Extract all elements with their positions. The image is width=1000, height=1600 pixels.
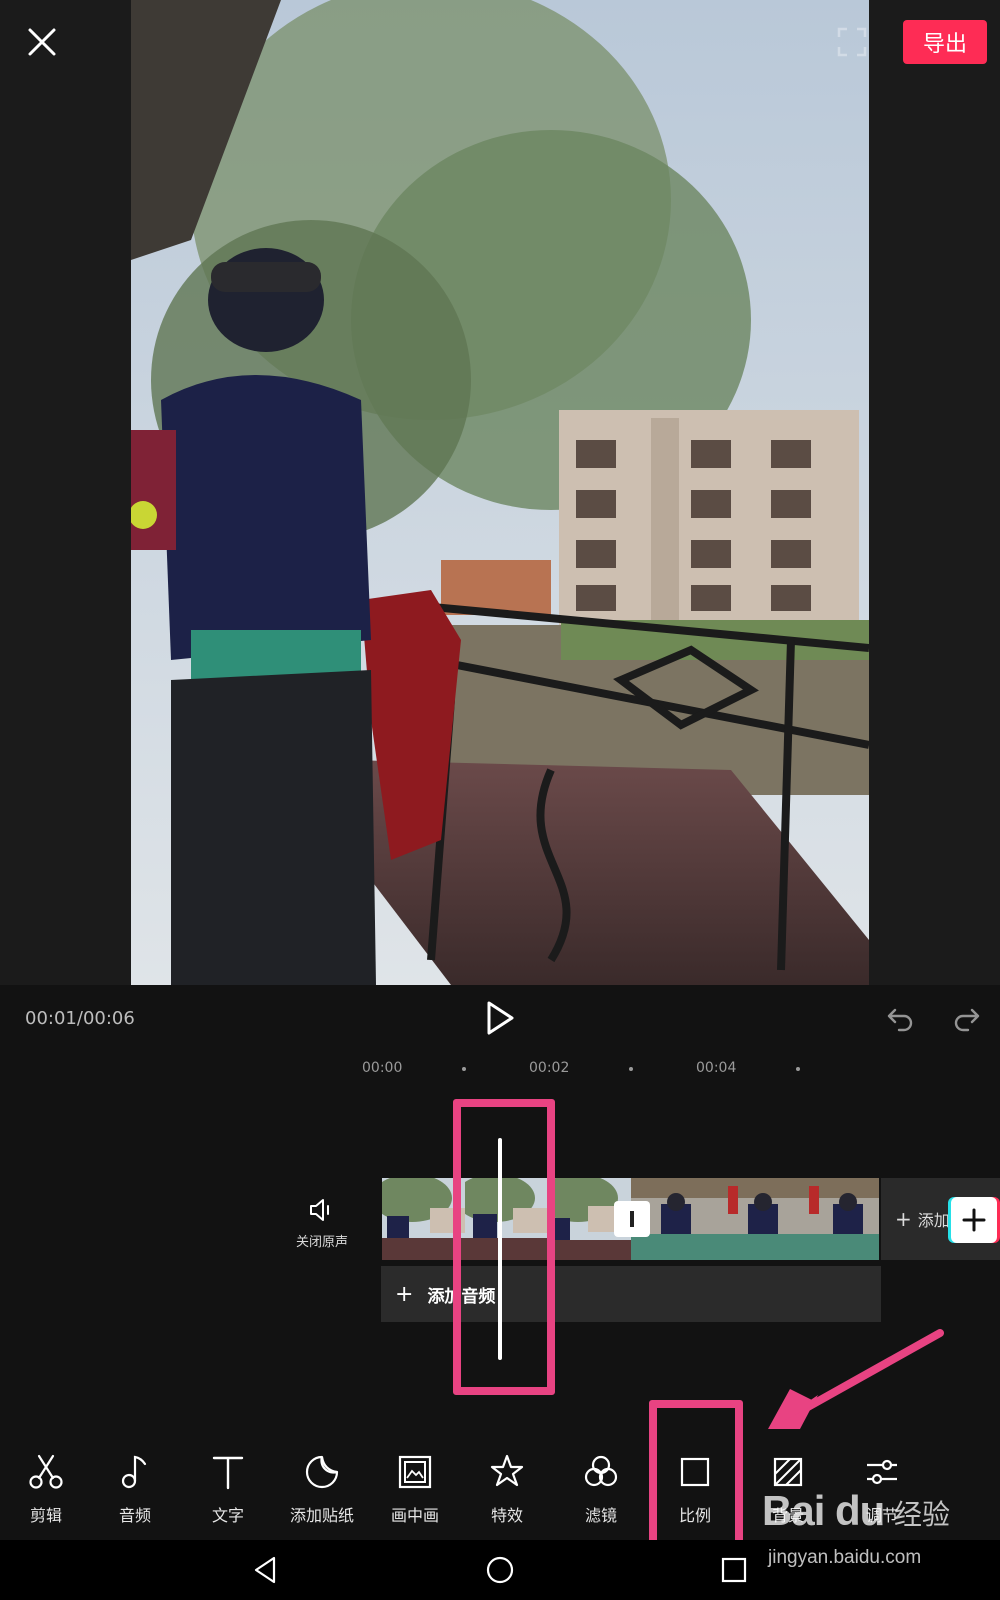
toolbar-item-label: 音频 [118,1506,151,1525]
picture-in-picture-icon [398,1455,432,1489]
toolbar-item-picture-in-picture[interactable]: 画中画 [369,1430,461,1530]
mute-original-audio-button[interactable]: 关闭原声 [290,1195,354,1255]
scissors-icon [29,1454,63,1489]
watermark-tag: 经验 [894,1498,951,1531]
toolbar-item-sticker[interactable]: 添加贴纸 [276,1430,368,1530]
redo-icon[interactable] [952,1003,982,1033]
sticker-icon [305,1455,339,1489]
toolbar-item-label: 比例 [678,1506,711,1525]
toolbar-item-text[interactable]: 文字 [182,1430,274,1530]
video-frame[interactable] [131,0,869,985]
toolbar-item-label: 滤镜 [584,1506,617,1525]
ruler-dot [796,1067,800,1071]
export-button[interactable]: 导出 [903,20,987,64]
undo-icon[interactable] [885,1003,915,1033]
toolbar-item-filter[interactable]: 滤镜 [555,1430,647,1530]
toolbar-item-label: 特效 [490,1506,523,1525]
speaker-icon [310,1199,329,1221]
music-note-icon [121,1455,147,1489]
toolbar-item-label: 文字 [211,1506,244,1525]
toolbar-item-audio[interactable]: 音频 [89,1430,181,1530]
toolbar-item-label: 画中画 [390,1506,439,1525]
mute-original-audio-label: 关闭原声 [295,1235,348,1250]
toolbar-item-effects[interactable]: 特效 [461,1430,553,1530]
highlight-box-playhead [453,1099,555,1395]
text-icon [212,1456,244,1490]
watermark-logo: Bai du [762,1487,885,1534]
add-clip-label: 添加 [917,1211,950,1230]
ruler-label: 00:02 [529,1060,570,1076]
close-icon[interactable] [22,22,62,62]
fullscreen-icon[interactable] [836,26,868,58]
ruler-label: 00:00 [362,1060,403,1076]
annotation-arrow [768,1329,944,1429]
back-icon[interactable] [248,1552,284,1588]
plus-icon: + [395,1281,414,1307]
ruler-dot [462,1067,466,1071]
baidu-jingyan-watermark: Bai du 经验 jingyan.baidu.com [762,1487,962,1597]
play-icon[interactable] [484,1000,516,1036]
home-icon[interactable] [482,1552,518,1588]
toolbar-item-label: 添加贴纸 [289,1506,354,1525]
ruler-dot [629,1067,633,1071]
recent-apps-icon[interactable] [716,1552,752,1588]
time-readout: 00:01/00:06 [25,1008,135,1029]
video-preview-area: 导出 [0,0,1000,985]
clip-thumbnail [714,1178,797,1260]
aspect-ratio-icon [680,1457,710,1487]
filter-icon [584,1455,618,1487]
toolbar-item-label: 剪辑 [29,1506,62,1525]
plus-icon: + [895,1207,912,1231]
toolbar-item-cut[interactable]: 剪辑 [0,1430,92,1530]
effects-star-icon [490,1454,524,1487]
ruler-label: 00:04 [696,1060,737,1076]
watermark-url: jingyan.baidu.com [768,1547,922,1568]
clip-thumbnail [797,1178,879,1260]
adjust-sliders-icon [867,1459,897,1485]
transition-marker[interactable] [614,1201,650,1237]
toolbar-item-aspect-ratio[interactable]: 比例 [649,1430,741,1530]
plus-icon [962,1208,986,1232]
add-clip-button[interactable] [951,1197,997,1243]
background-icon [773,1457,803,1487]
